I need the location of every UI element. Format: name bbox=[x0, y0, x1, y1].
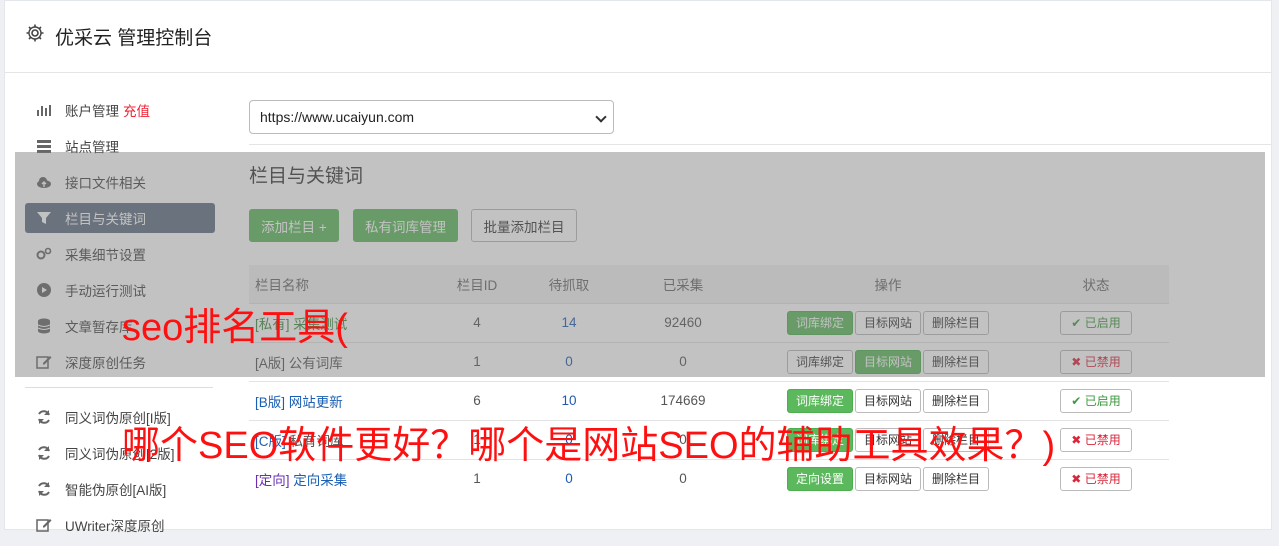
row-tag: [B版] bbox=[255, 394, 286, 410]
cell-id: 1 bbox=[429, 341, 525, 381]
status-label: 已启用 bbox=[1084, 393, 1121, 408]
close-icon: ✖ bbox=[1071, 354, 1085, 369]
refresh-icon bbox=[36, 445, 52, 461]
lexicon-bind-button[interactable]: 定向设置 bbox=[786, 466, 853, 491]
refresh-icon bbox=[36, 481, 52, 497]
check-icon: ✔ bbox=[1071, 393, 1085, 408]
server-icon bbox=[36, 138, 52, 154]
delete-column-button[interactable]: 删除栏目 bbox=[923, 388, 990, 413]
status-toggle[interactable]: ✖ 已禁用 bbox=[1060, 466, 1132, 491]
status-label: 已禁用 bbox=[1084, 354, 1121, 369]
sidebar-item-label: 采集细节设置 bbox=[65, 248, 146, 263]
delete-column-button[interactable]: 删除栏目 bbox=[923, 310, 990, 335]
sidebar-item-ai-original[interactable]: 智能伪原创[AI版] bbox=[25, 474, 215, 504]
lexicon-bind-button[interactable]: 词库绑定 bbox=[786, 388, 853, 413]
col-header-status: 状态 bbox=[1023, 265, 1169, 303]
header: 优采云 管理控制台 bbox=[5, 1, 1271, 73]
status-toggle[interactable]: ✖ 已禁用 bbox=[1060, 349, 1132, 374]
edit-icon bbox=[36, 517, 52, 533]
page-title: 优采云 管理控制台 bbox=[55, 28, 213, 49]
lexicon-bind-button[interactable]: 词库绑定 bbox=[786, 310, 853, 335]
table-header-row: 栏目名称 栏目ID 待抓取 已采集 操作 状态 bbox=[249, 265, 1169, 303]
sidebar-item-deep-original[interactable]: 深度原创任务 bbox=[25, 347, 215, 377]
sidebar-item-label: 站点管理 bbox=[65, 140, 119, 155]
sidebar-item-label: 栏目与关键词 bbox=[65, 212, 146, 227]
sidebar-item-sites[interactable]: 站点管理 bbox=[25, 131, 215, 161]
row-name: 公有词库 bbox=[288, 355, 343, 371]
sidebar-item-uwriter[interactable]: UWriter深度原创 bbox=[25, 510, 215, 540]
status-toggle[interactable]: ✔ 已启用 bbox=[1060, 310, 1132, 335]
row-name: 定向采集 bbox=[293, 472, 348, 488]
sidebar-item-label: 深度原创任务 bbox=[65, 356, 146, 371]
private-lexicon-button[interactable]: 私有词库管理 bbox=[353, 209, 458, 242]
col-header-pending: 待抓取 bbox=[525, 265, 613, 303]
sidebar-item-label: 智能伪原创[AI版] bbox=[65, 483, 167, 498]
sidebar-divider bbox=[25, 387, 213, 388]
status-toggle[interactable]: ✖ 已禁用 bbox=[1060, 427, 1132, 452]
col-header-id: 栏目ID bbox=[429, 265, 525, 303]
bar-chart-icon bbox=[36, 102, 52, 118]
gear-icon bbox=[26, 24, 44, 42]
table-row: [私有] 采集测试 4 14 92460 词库绑定 目标网站 删除栏目 ✔ 已启用 bbox=[249, 302, 1169, 342]
section-title: 栏目与关键词 bbox=[249, 166, 364, 187]
edit-icon bbox=[36, 354, 52, 370]
check-icon: ✔ bbox=[1071, 315, 1085, 330]
overlay-headline: seo排名工具( bbox=[122, 307, 348, 349]
cloud-upload-icon bbox=[36, 174, 52, 190]
cell-collected: 92460 bbox=[613, 302, 753, 342]
filter-icon bbox=[36, 210, 52, 226]
target-site-button[interactable]: 目标网站 bbox=[854, 466, 921, 491]
row-name: 网站更新 bbox=[288, 394, 343, 410]
recharge-link[interactable]: 充值 bbox=[123, 100, 150, 120]
batch-add-button[interactable]: 批量添加栏目 bbox=[471, 209, 577, 242]
database-icon bbox=[36, 318, 52, 334]
status-toggle[interactable]: ✔ 已启用 bbox=[1060, 388, 1132, 413]
delete-column-button[interactable]: 删除栏目 bbox=[923, 466, 990, 491]
sidebar-item-label: 账户管理 bbox=[65, 104, 119, 119]
overlay-subheadline: 哪个SEO软件更好？哪个是网站SEO的辅助工具效果？) bbox=[122, 425, 1056, 467]
target-site-button[interactable]: 目标网站 bbox=[854, 388, 921, 413]
col-header-ops: 操作 bbox=[753, 265, 1023, 303]
sidebar-item-collect-settings[interactable]: 采集细节设置 bbox=[25, 239, 215, 269]
divider bbox=[249, 144, 1271, 145]
delete-column-button[interactable]: 删除栏目 bbox=[923, 349, 990, 374]
gears-icon bbox=[36, 246, 52, 262]
sidebar-item-label: 接口文件相关 bbox=[65, 176, 146, 191]
col-header-collected: 已采集 bbox=[613, 265, 753, 303]
site-select[interactable]: https://www.ucaiyun.com bbox=[249, 100, 614, 134]
sidebar-item-label: UWriter深度原创 bbox=[65, 519, 165, 534]
cell-status: ✔ 已启用 bbox=[1023, 302, 1169, 342]
target-site-button[interactable]: 目标网站 bbox=[854, 310, 921, 335]
close-icon: ✖ bbox=[1071, 471, 1085, 486]
sidebar-item-account[interactable]: 账户管理 充值 bbox=[25, 95, 215, 125]
cell-collected: 0 bbox=[613, 341, 753, 381]
lexicon-bind-button[interactable]: 词库绑定 bbox=[786, 349, 853, 374]
cell-ops: 词库绑定 目标网站 删除栏目 bbox=[753, 302, 1023, 342]
status-label: 已禁用 bbox=[1084, 432, 1121, 447]
add-column-button[interactable]: 添加栏目 + bbox=[249, 209, 339, 242]
chevron-down-icon bbox=[595, 111, 607, 123]
close-icon: ✖ bbox=[1071, 432, 1085, 447]
row-tag: [定向] bbox=[255, 472, 290, 488]
cell-ops: 词库绑定 目标网站 删除栏目 bbox=[753, 341, 1023, 381]
sidebar-item-interface[interactable]: 接口文件相关 bbox=[25, 167, 215, 197]
status-label: 已启用 bbox=[1084, 315, 1121, 330]
play-circle-icon bbox=[36, 282, 52, 298]
cell-pending: 14 bbox=[525, 302, 613, 342]
cell-status: ✖ 已禁用 bbox=[1023, 341, 1169, 381]
sidebar-item-columns[interactable]: 栏目与关键词 bbox=[25, 203, 215, 233]
cell-pending: 0 bbox=[525, 341, 613, 381]
status-label: 已禁用 bbox=[1084, 471, 1121, 486]
table-row: [A版] 公有词库 1 0 0 词库绑定 目标网站 删除栏目 ✖ 已禁用 bbox=[249, 341, 1169, 381]
row-tag: [A版] bbox=[255, 355, 286, 371]
site-select-value: https://www.ucaiyun.com bbox=[260, 109, 415, 125]
refresh-icon bbox=[36, 409, 52, 425]
cell-id: 4 bbox=[429, 302, 525, 342]
target-site-button[interactable]: 目标网站 bbox=[854, 349, 921, 374]
